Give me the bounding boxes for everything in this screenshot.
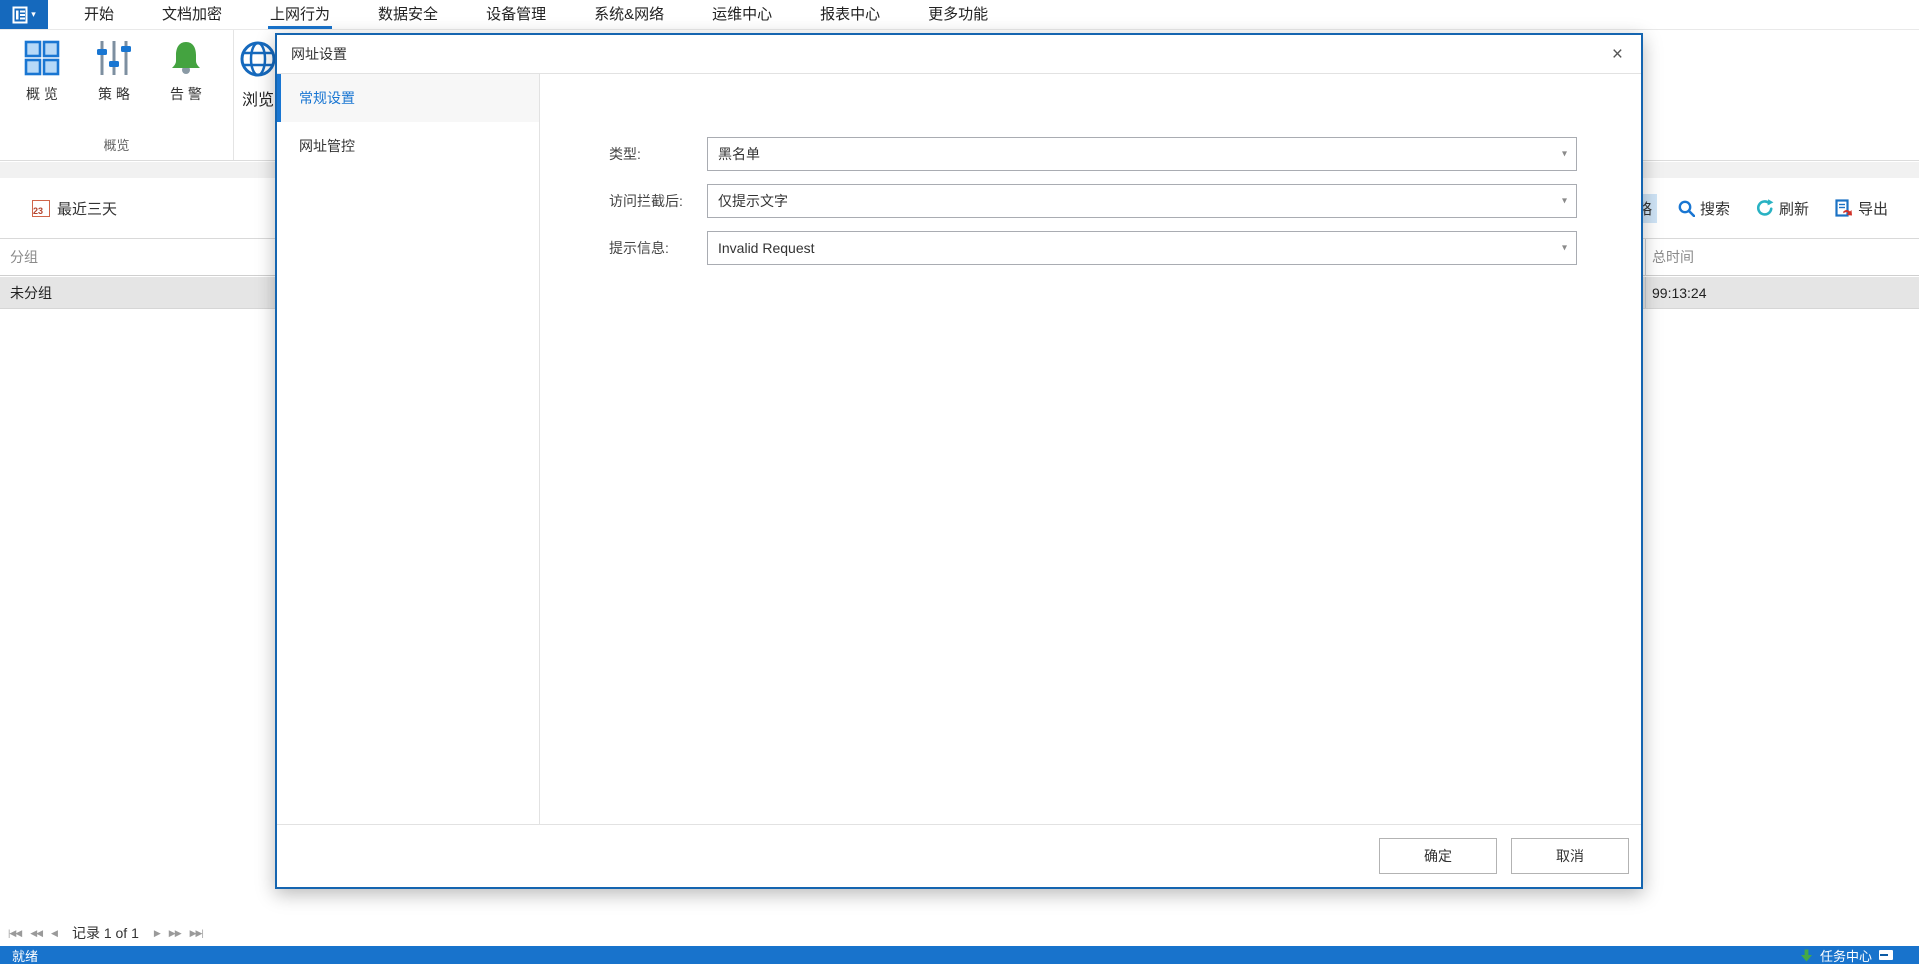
search-icon	[1678, 200, 1695, 217]
overview-button[interactable]: 概 览	[6, 40, 78, 104]
date-filter-label: 最近三天	[57, 198, 117, 219]
menu-item-ops-center[interactable]: 运维中心	[710, 0, 774, 29]
menu-item-doc-encryption[interactable]: 文档加密	[160, 0, 224, 29]
type-select-value: 黑名单	[718, 144, 760, 164]
after-block-label: 访问拦截后:	[609, 191, 707, 211]
pager-next-page-icon[interactable]: ▶▶	[169, 928, 181, 939]
task-center-label: 任务中心	[1820, 946, 1872, 965]
status-bar: 就绪 任务中心	[0, 946, 1919, 964]
app-menu-button[interactable]: ▾	[0, 0, 48, 29]
pager-record-label: 记录 1 of 1	[72, 923, 139, 943]
menu-item-internet-behavior[interactable]: 上网行为	[268, 0, 332, 29]
chevron-down-icon: ▾	[1562, 242, 1567, 253]
menu-item-data-security[interactable]: 数据安全	[376, 0, 440, 29]
search-button[interactable]: 搜索	[1673, 194, 1735, 223]
cell-total-time: 99:13:24	[1645, 277, 1919, 308]
grid-icon	[24, 40, 60, 76]
task-window-icon[interactable]	[1879, 950, 1893, 960]
pager-last-icon[interactable]: ▶▶|	[190, 928, 203, 939]
dialog-sidebar: 常规设置 网址管控	[277, 74, 540, 824]
column-header-group[interactable]: 分组	[10, 239, 38, 275]
prompt-message-select-value: Invalid Request	[718, 240, 815, 256]
cancel-button[interactable]: 取消	[1511, 838, 1629, 874]
globe-icon	[239, 40, 277, 78]
form-row-prompt-message: 提示信息: Invalid Request ▾	[609, 231, 1577, 265]
ribbon-group-label: 概览	[0, 135, 233, 154]
alert-button[interactable]: 告 警	[150, 40, 222, 104]
menu-item-more-features[interactable]: 更多功能	[926, 0, 990, 29]
overview-label: 概 览	[26, 84, 58, 104]
caret-down-icon: ▾	[31, 10, 36, 19]
ribbon-group-overview: 概 览 策 略	[0, 30, 234, 160]
dialog-title-bar: 网址设置 ×	[277, 35, 1641, 74]
policy-ribbon-button[interactable]: 策 略	[78, 40, 150, 104]
refresh-button[interactable]: 刷新	[1751, 194, 1814, 223]
browse-label: 浏览	[242, 86, 274, 110]
form-row-type: 类型: 黑名单 ▾	[609, 137, 1577, 171]
ribbon-buttons-row: 概 览 策 略	[0, 30, 233, 104]
prompt-message-label: 提示信息:	[609, 238, 707, 258]
dialog-title: 网址设置	[291, 44, 347, 64]
chevron-down-icon: ▾	[1562, 148, 1567, 159]
after-block-select-value: 仅提示文字	[718, 191, 788, 211]
after-block-select[interactable]: 仅提示文字 ▾	[707, 184, 1577, 218]
sidebar-item-url-control[interactable]: 网址管控	[277, 122, 539, 170]
sliders-icon	[95, 40, 133, 76]
cell-group: 未分组	[10, 277, 52, 308]
alert-label: 告 警	[170, 84, 202, 104]
list-icon	[12, 6, 28, 24]
menu-item-device-management[interactable]: 设备管理	[484, 0, 548, 29]
type-select[interactable]: 黑名单 ▾	[707, 137, 1577, 171]
pager-next-icon[interactable]: ▶	[154, 928, 160, 939]
url-settings-dialog: 网址设置 × 常规设置 网址管控 类型: 黑名单 ▾ 访问拦截后: 仅提示文字 …	[275, 33, 1643, 889]
download-arrow-icon	[1800, 949, 1813, 962]
calendar-icon: 23	[32, 200, 50, 217]
chevron-down-icon: ▾	[1562, 195, 1567, 206]
date-filter-button[interactable]: 23 最近三天	[32, 198, 117, 219]
export-label: 导出	[1858, 198, 1888, 219]
export-button[interactable]: 导出	[1830, 194, 1893, 223]
menu-item-report-center[interactable]: 报表中心	[818, 0, 882, 29]
sidebar-item-general-settings[interactable]: 常规设置	[277, 74, 539, 122]
record-pager: |◀◀ ◀◀ ◀ 记录 1 of 1 ▶ ▶▶ ▶▶|	[0, 920, 1919, 946]
dialog-body: 常规设置 网址管控 类型: 黑名单 ▾ 访问拦截后: 仅提示文字 ▾ 提示信息:	[277, 74, 1641, 824]
export-icon	[1835, 199, 1853, 217]
search-label: 搜索	[1700, 198, 1730, 219]
refresh-icon	[1756, 199, 1774, 217]
column-header-total-time[interactable]: 总时间	[1645, 239, 1919, 275]
policy-ribbon-label: 策 略	[98, 84, 130, 104]
ok-button[interactable]: 确定	[1379, 838, 1497, 874]
menubar: ▾ 开始 文档加密 上网行为 数据安全 设备管理 系统&网络 运维中心 报表中心…	[0, 0, 1919, 30]
pager-prev-page-icon[interactable]: ◀◀	[30, 928, 42, 939]
dialog-footer: 确定 取消	[277, 824, 1641, 887]
menu-items: 开始 文档加密 上网行为 数据安全 设备管理 系统&网络 运维中心 报表中心 更…	[82, 0, 990, 29]
task-center-button[interactable]: 任务中心	[1800, 946, 1893, 965]
menu-item-system-network[interactable]: 系统&网络	[592, 0, 666, 29]
form-row-after-block: 访问拦截后: 仅提示文字 ▾	[609, 184, 1577, 218]
prompt-message-select[interactable]: Invalid Request ▾	[707, 231, 1577, 265]
pager-prev-icon[interactable]: ◀	[51, 928, 57, 939]
dialog-content: 类型: 黑名单 ▾ 访问拦截后: 仅提示文字 ▾ 提示信息: Invalid R…	[540, 74, 1641, 824]
bell-icon	[167, 40, 205, 76]
status-text: 就绪	[12, 946, 38, 965]
close-icon[interactable]: ×	[1612, 45, 1623, 64]
pager-first-icon[interactable]: |◀◀	[8, 928, 21, 939]
refresh-label: 刷新	[1779, 198, 1809, 219]
type-label: 类型:	[609, 144, 707, 164]
calendar-icon-number: 23	[33, 206, 43, 216]
menu-item-start[interactable]: 开始	[82, 0, 116, 29]
